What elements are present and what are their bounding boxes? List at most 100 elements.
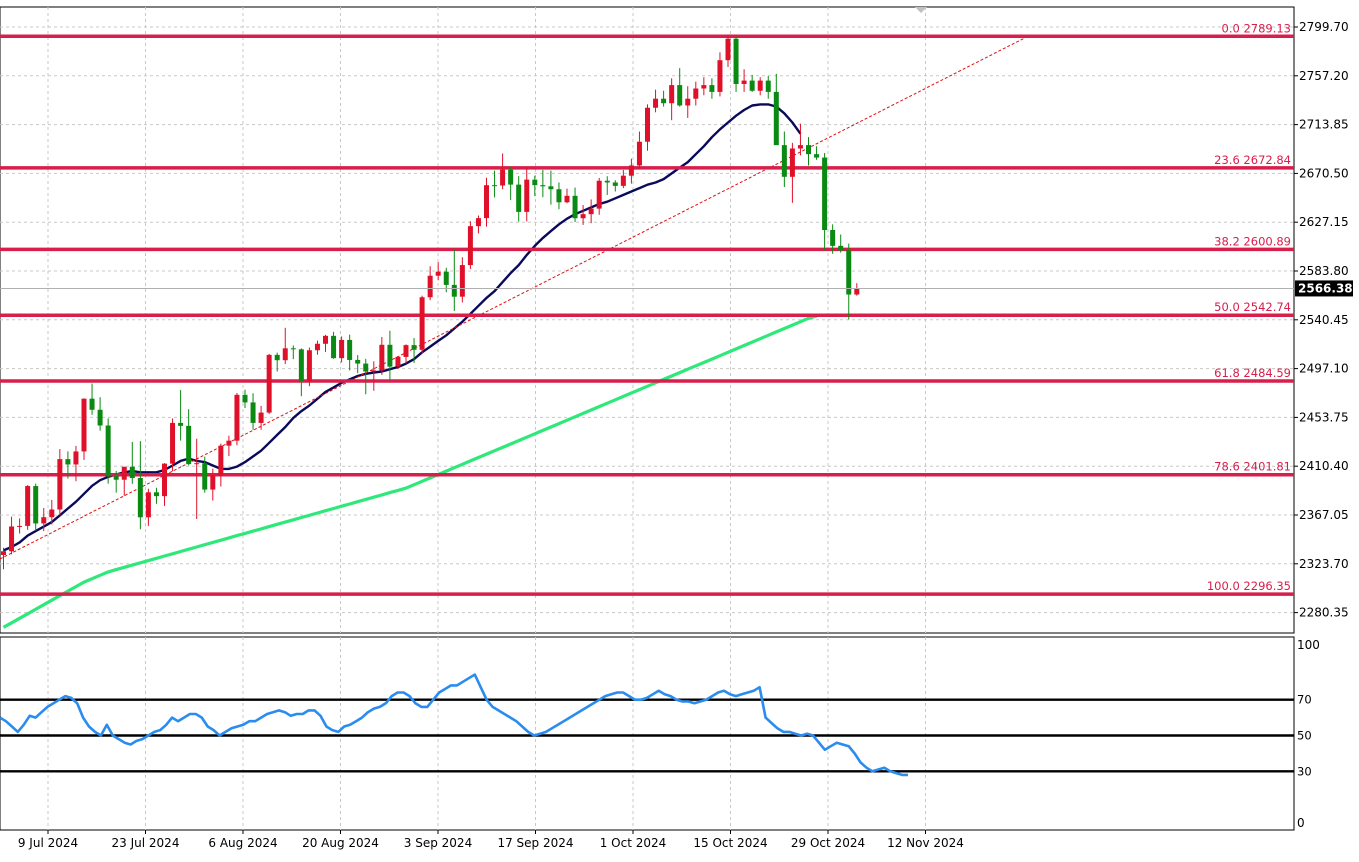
candle-body — [749, 80, 755, 91]
chart-root: 2799.70 2757.20 2713.85 2670.50 2627.15 2583.… — [0, 0, 1359, 858]
x-tick-label: 1 Oct 2024 — [600, 836, 667, 850]
candle-body — [693, 88, 699, 99]
candle-body — [661, 98, 667, 104]
y-tick-label: 2410.40 — [1299, 459, 1349, 473]
candle-body — [604, 180, 610, 183]
candle-body — [548, 186, 554, 190]
y-tick-label: 2757.20 — [1299, 69, 1349, 83]
candle-body — [484, 185, 489, 219]
y-tick-label: 2799.70 — [1299, 20, 1349, 34]
candle-body — [781, 145, 787, 177]
candle-body — [153, 492, 159, 497]
candle-body — [500, 169, 506, 186]
candle-body — [757, 80, 763, 91]
candle-body — [475, 218, 481, 227]
candle-body — [105, 425, 111, 477]
candle-body — [564, 195, 570, 203]
fib-level-label: 23.6 2672.84 — [1214, 153, 1291, 167]
candle-body — [234, 394, 240, 441]
candle-body — [129, 466, 135, 479]
y-tick-label: 2280.35 — [1299, 606, 1349, 620]
candle-body — [162, 463, 167, 497]
candle-body — [765, 80, 771, 92]
candle-body — [363, 363, 369, 372]
candle-body — [371, 370, 377, 372]
x-tick-label: 12 Nov 2024 — [887, 836, 964, 850]
candle-body — [282, 348, 288, 361]
x-tick-label: 29 Oct 2024 — [791, 836, 865, 850]
candle-body — [323, 335, 328, 344]
candle-body — [854, 288, 860, 295]
candle-body — [121, 466, 127, 480]
x-tick-label: 20 Aug 2024 — [302, 836, 379, 850]
candle-body — [443, 271, 449, 285]
candle-body — [435, 271, 441, 276]
candle-body — [524, 179, 530, 212]
candle-body — [459, 265, 465, 297]
y-tick-label: 2583.80 — [1299, 264, 1349, 278]
x-tick-label: 15 Oct 2024 — [693, 836, 767, 850]
candle-body — [57, 459, 63, 510]
y-tick-label: 2540.45 — [1299, 313, 1349, 327]
candle-body — [41, 517, 47, 524]
candle-body — [580, 214, 586, 219]
candle-body — [202, 463, 208, 490]
x-tick-label: 17 Sep 2024 — [497, 836, 573, 850]
candle-body — [588, 208, 594, 215]
y-tick-label: 2627.15 — [1299, 215, 1349, 229]
candle-body — [89, 398, 95, 410]
candle-body — [677, 85, 683, 106]
fib-level-label: 61.8 2484.59 — [1214, 366, 1291, 380]
candle-body — [620, 175, 626, 186]
candle-body — [636, 141, 642, 166]
fib-level-label: 50.0 2542.74 — [1214, 300, 1291, 314]
candle-body — [492, 185, 498, 187]
candle-body — [653, 98, 659, 108]
candle-body — [97, 409, 103, 426]
rsi-level-label: 70 — [1297, 693, 1312, 707]
candle-body — [419, 297, 425, 350]
chart-canvas: 2799.70 2757.20 2713.85 2670.50 2627.15 2583.… — [0, 6, 1353, 850]
candle-body — [339, 339, 345, 359]
candle-body — [709, 85, 715, 92]
y-tick-label: 2453.75 — [1299, 410, 1349, 424]
candle-body — [379, 344, 385, 371]
candle-body — [451, 284, 457, 297]
fib-level-label: 100.0 2296.35 — [1207, 579, 1291, 593]
candle-body — [186, 425, 192, 465]
candle-body — [314, 343, 320, 351]
candle-body — [145, 492, 151, 518]
candle-body — [355, 359, 361, 364]
candle-body — [306, 350, 312, 382]
candle-body — [347, 339, 353, 360]
candle-body — [789, 148, 795, 177]
candle-body — [49, 509, 55, 518]
candle-body — [612, 182, 618, 186]
y-tick-label: 2670.50 — [1299, 166, 1349, 180]
candle-body — [1, 551, 6, 556]
candle-body — [516, 184, 522, 212]
candle-body — [814, 154, 820, 158]
candle-body — [701, 85, 707, 89]
y-tick-label: 2713.85 — [1299, 118, 1349, 132]
x-tick-label: 6 Aug 2024 — [208, 836, 277, 850]
y-tick-label: 2497.10 — [1299, 362, 1349, 376]
fib-level-label: 38.2 2600.89 — [1214, 234, 1291, 248]
candle-body — [717, 60, 723, 92]
candle-body — [25, 486, 31, 526]
rsi-tick-label: 100 — [1297, 638, 1320, 652]
candle-body — [17, 525, 23, 527]
candle-body — [628, 165, 634, 176]
candle-body — [797, 145, 803, 149]
candle-body — [113, 476, 119, 480]
candle-body — [242, 394, 248, 403]
candle-body — [194, 463, 200, 465]
candle-body — [508, 169, 514, 185]
candle-body — [741, 80, 747, 84]
candle-body — [532, 179, 538, 186]
current-price-label: 2566.38 — [1298, 281, 1353, 295]
candle-body — [258, 412, 264, 423]
fib-level-label: 78.6 2401.81 — [1214, 460, 1291, 474]
candle-body — [403, 345, 409, 357]
candle-body — [178, 422, 184, 426]
